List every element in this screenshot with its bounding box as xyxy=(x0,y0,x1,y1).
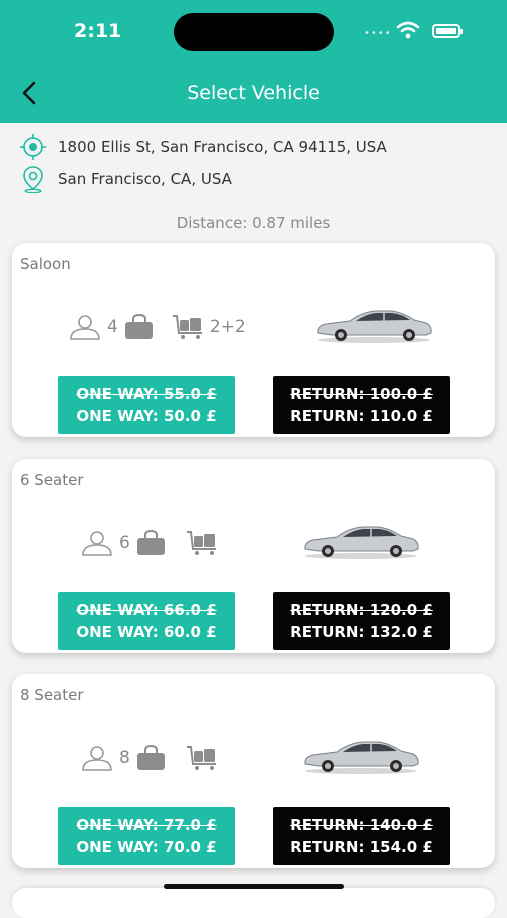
return-price-button[interactable]: RETURN: 120.0 £ RETURN: 132.0 £ xyxy=(273,592,450,650)
one-way-original-price: ONE WAY: 77.0 £ xyxy=(76,816,217,834)
return-price-button[interactable]: RETURN: 100.0 £ RETURN: 110.0 £ xyxy=(273,376,450,434)
features-row: 6 xyxy=(81,529,218,557)
status-time: 2:11 xyxy=(74,20,122,42)
location-pin-icon xyxy=(18,166,48,193)
pickup-row: 1800 Ellis St, San Francisco, CA 94115, … xyxy=(18,134,387,160)
one-way-price-button[interactable]: ONE WAY: 77.0 £ ONE WAY: 70.0 £ xyxy=(58,807,235,865)
return-price: RETURN: 132.0 £ xyxy=(290,623,433,641)
app-header: 2:11 •••• Select Vehicle xyxy=(0,0,507,123)
features-row: 4 2+2 xyxy=(69,313,252,341)
return-original-price: RETURN: 140.0 £ xyxy=(290,816,433,834)
bag-icon xyxy=(124,314,153,339)
vehicle-card-8-seater[interactable]: 8 Seater 8 ONE WAY: 77.0 £ ONE WAY: 70.0… xyxy=(12,674,495,868)
one-way-price-button[interactable]: ONE WAY: 66.0 £ ONE WAY: 60.0 £ xyxy=(58,592,235,650)
return-price: RETURN: 154.0 £ xyxy=(290,838,433,856)
passenger-icon xyxy=(82,531,112,556)
vehicle-card-peek[interactable] xyxy=(12,888,495,918)
luggage-trolley-icon xyxy=(172,315,202,339)
return-original-price: RETURN: 100.0 £ xyxy=(290,385,433,403)
vehicle-name: Saloon xyxy=(20,255,71,273)
features-row: 8 xyxy=(81,744,218,772)
passenger-icon xyxy=(82,746,112,771)
car-image xyxy=(304,741,419,774)
signal-icon: •••• xyxy=(364,28,392,39)
dropoff-address: San Francisco, CA, USA xyxy=(58,170,232,188)
bag-icon xyxy=(136,530,165,555)
one-way-price-button[interactable]: ONE WAY: 55.0 £ ONE WAY: 50.0 £ xyxy=(58,376,235,434)
page-title: Select Vehicle xyxy=(187,82,320,104)
luggage-trolley-icon xyxy=(186,531,216,555)
battery-icon xyxy=(432,24,463,38)
one-way-price: ONE WAY: 50.0 £ xyxy=(76,407,217,425)
dynamic-island xyxy=(174,13,334,51)
vehicle-card-6-seater[interactable]: 6 Seater 6 ONE WAY: 66.0 £ ONE WAY: 60.0… xyxy=(12,459,495,653)
passenger-icon xyxy=(70,315,100,340)
one-way-price: ONE WAY: 70.0 £ xyxy=(76,838,217,856)
wifi-icon xyxy=(396,21,420,39)
vehicle-name: 8 Seater xyxy=(20,686,84,704)
vehicle-name: 6 Seater xyxy=(20,471,84,489)
passenger-count: 4 xyxy=(107,317,118,337)
distance-label: Distance: 0.87 miles xyxy=(176,214,331,232)
one-way-original-price: ONE WAY: 66.0 £ xyxy=(76,601,217,619)
home-indicator[interactable] xyxy=(164,884,344,889)
car-image xyxy=(317,310,432,343)
passenger-count: 6 xyxy=(119,533,130,553)
luggage-count: 2+2 xyxy=(209,317,246,337)
passenger-count: 8 xyxy=(119,748,130,768)
one-way-original-price: ONE WAY: 55.0 £ xyxy=(76,385,217,403)
bag-icon xyxy=(136,745,165,770)
car-image xyxy=(304,526,419,559)
vehicle-card-saloon[interactable]: Saloon 4 2+2 ONE WAY: 55.0 £ ONE WAY: 50… xyxy=(12,243,495,437)
luggage-trolley-icon xyxy=(186,746,216,770)
one-way-price: ONE WAY: 60.0 £ xyxy=(76,623,217,641)
return-price: RETURN: 110.0 £ xyxy=(290,407,433,425)
pickup-target-icon xyxy=(18,134,48,160)
pickup-address: 1800 Ellis St, San Francisco, CA 94115, … xyxy=(58,138,387,156)
return-price-button[interactable]: RETURN: 140.0 £ RETURN: 154.0 £ xyxy=(273,807,450,865)
dropoff-row: San Francisco, CA, USA xyxy=(18,166,232,193)
return-original-price: RETURN: 120.0 £ xyxy=(290,601,433,619)
